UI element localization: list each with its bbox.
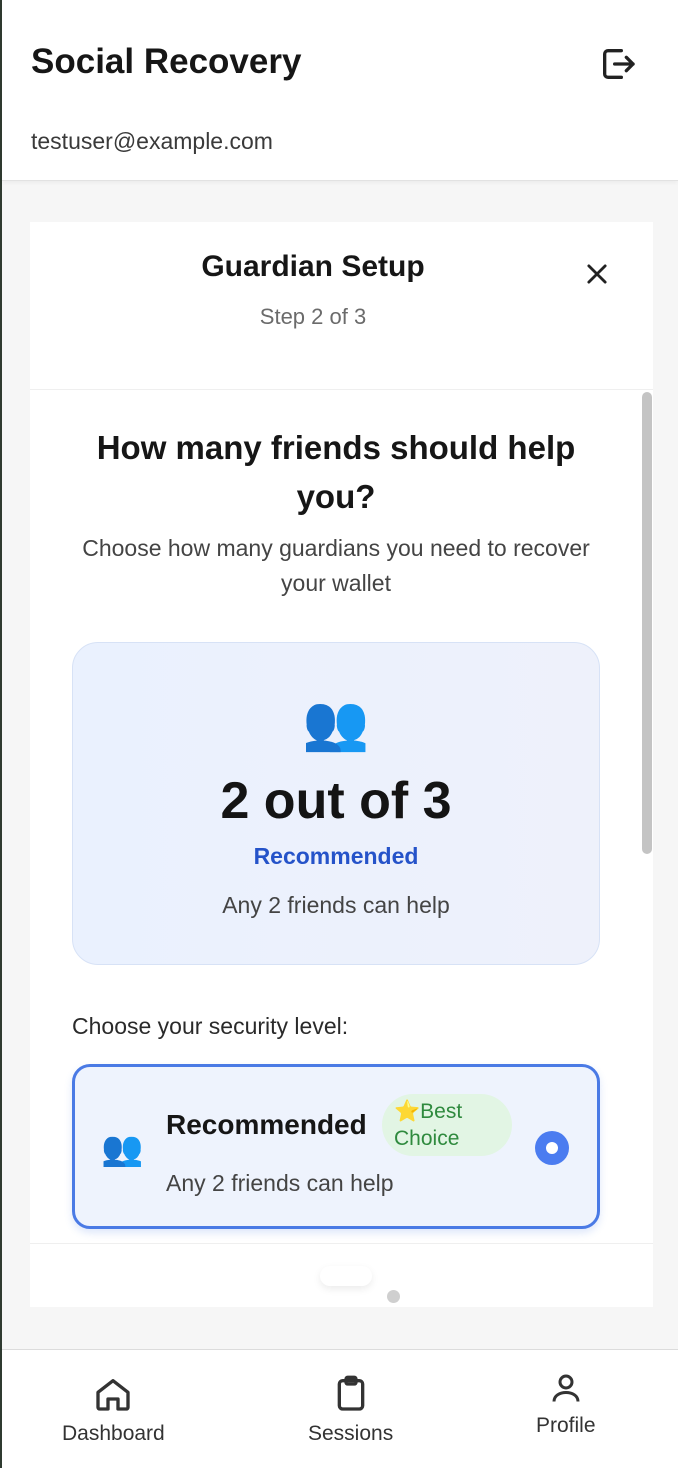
option-title: Recommended xyxy=(166,1109,367,1140)
threshold-summary-card: 👥 2 out of 3 Recommended Any 2 friends c… xyxy=(72,642,600,965)
close-button[interactable] xyxy=(577,254,617,294)
group-icon: 👥 xyxy=(302,693,370,753)
modal-footer xyxy=(30,1243,653,1307)
step-indicator: Step 2 of 3 xyxy=(259,304,367,329)
option-radio-selected[interactable] xyxy=(535,1131,569,1165)
badge-line-2: Choice xyxy=(394,1127,460,1150)
threshold-description: Any 2 friends can help xyxy=(222,892,450,918)
nav-label-sessions: Sessions xyxy=(308,1422,394,1445)
nav-item-dashboard[interactable]: Dashboard xyxy=(62,1374,165,1446)
user-email: testuser@example.com xyxy=(31,128,273,154)
nav-item-sessions[interactable]: Sessions xyxy=(308,1374,393,1446)
option-description: Any 2 friends can help xyxy=(166,1170,394,1196)
guardian-setup-modal: Guardian Setup Step 2 of 3 How many frie… xyxy=(30,222,653,1307)
best-choice-badge: ⭐Best Choice xyxy=(382,1094,512,1156)
modal-header: Guardian Setup Step 2 of 3 xyxy=(30,222,653,390)
security-level-label: Choose your security level: xyxy=(72,1013,349,1039)
close-icon xyxy=(587,264,607,284)
security-option-recommended[interactable]: 👥 Recommended ⭐Best Choice Any 2 friends… xyxy=(72,1064,600,1229)
pager-dot[interactable] xyxy=(387,1290,400,1303)
home-icon xyxy=(96,1379,131,1411)
window-edge xyxy=(0,0,2,1468)
logout-button[interactable] xyxy=(596,42,640,86)
nav-label-dashboard: Dashboard xyxy=(62,1422,165,1445)
question-heading: How many friends should help you? xyxy=(96,429,576,515)
logout-icon xyxy=(603,49,635,80)
star-icon: ⭐ xyxy=(394,1100,421,1123)
scrollbar-thumb[interactable] xyxy=(642,392,652,854)
clipboard-icon xyxy=(337,1375,364,1411)
pager-dot-active[interactable] xyxy=(320,1266,372,1286)
app-title: Social Recovery xyxy=(31,42,302,81)
bottom-nav: Dashboard Sessions Profile xyxy=(2,1349,678,1468)
question-subtitle: Choose how many guardians you need to re… xyxy=(82,535,590,596)
nav-label-profile: Profile xyxy=(536,1414,596,1437)
app-header: Social Recovery testuser@example.com xyxy=(2,0,678,181)
group-icon: 👥 xyxy=(101,1130,144,1168)
badge-line-1: Best xyxy=(420,1100,463,1123)
recommended-tag: Recommended xyxy=(253,843,419,869)
modal-title: Guardian Setup xyxy=(201,250,425,283)
threshold-value: 2 out of 3 xyxy=(220,772,452,830)
nav-item-profile[interactable]: Profile xyxy=(536,1370,596,1438)
modal-scroll-content[interactable]: How many friends should help you? Choose… xyxy=(30,391,653,1243)
user-icon xyxy=(552,1374,580,1402)
